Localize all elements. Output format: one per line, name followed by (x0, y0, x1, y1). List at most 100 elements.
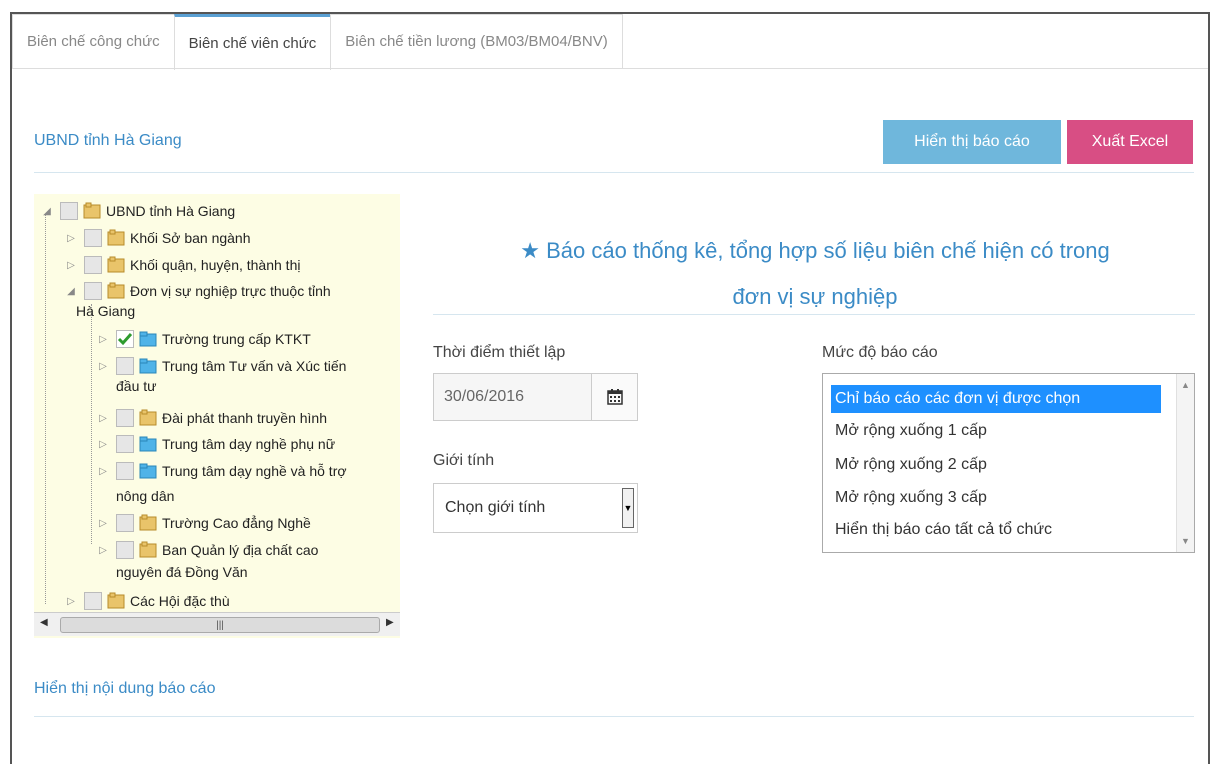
date-field[interactable]: 30/06/2016 (433, 373, 638, 421)
checkbox-checked[interactable] (116, 330, 134, 348)
checkbox[interactable] (116, 357, 134, 375)
content-divider (34, 716, 1194, 717)
star-icon: ★ (520, 238, 540, 263)
expand-icon[interactable]: ▷ (96, 333, 110, 345)
tree-node[interactable]: ▷ Trường Cao đẳng Nghề (96, 513, 311, 533)
date-value: 30/06/2016 (444, 388, 525, 405)
tree-node[interactable]: ◢ Đơn vị sự nghiệp trực thuộc tỉnh (64, 281, 331, 301)
level-option[interactable]: Mở rộng xuống 1 cấp (831, 417, 987, 445)
checkbox[interactable] (84, 229, 102, 247)
folder-icon (139, 463, 157, 479)
report-level-listbox[interactable]: Chỉ báo cáo các đơn vị được chọn Mở rộng… (822, 373, 1195, 553)
scroll-up-icon[interactable]: ▲ (1181, 380, 1190, 390)
folder-icon (139, 541, 157, 558)
calendar-icon (606, 389, 623, 405)
expand-icon[interactable]: ▷ (96, 517, 110, 529)
scroll-down-icon[interactable]: ▼ (1181, 536, 1190, 546)
tree-node-label: Đơn vị sự nghiệp trực thuộc tỉnh (130, 283, 331, 299)
scroll-right-icon[interactable]: ▶ (386, 617, 394, 628)
tree-node[interactable]: ▷ Khối quận, huyện, thành thị (64, 255, 300, 275)
header-divider (34, 172, 1194, 173)
show-report-button[interactable]: Hiển thị báo cáo (883, 120, 1061, 164)
checkbox[interactable] (116, 514, 134, 532)
gender-selected-value: Chọn giới tính (445, 499, 546, 516)
folder-icon (83, 202, 101, 219)
tree-horizontal-scrollbar[interactable]: ◀ ||| ▶ (34, 612, 400, 636)
tree-node[interactable]: ▷ Trung tâm dạy nghề và hỗ trợ (96, 461, 347, 481)
folder-icon (139, 331, 157, 347)
report-title: ★ Báo cáo thống kê, tổng hợp số liệu biê… (440, 228, 1190, 320)
checkbox[interactable] (116, 462, 134, 480)
checkbox[interactable] (60, 202, 78, 220)
checkbox[interactable] (84, 256, 102, 274)
tree-node-root[interactable]: ◢ UBND tỉnh Hà Giang (40, 201, 235, 221)
tree-node[interactable]: ▷ Trung tâm Tư vấn và Xúc tiến (96, 356, 346, 376)
tree-guide-line (45, 214, 46, 604)
tree-node[interactable]: ▷ Trường trung cấp KTKT (96, 329, 311, 349)
listbox-scrollbar[interactable]: ▲ ▼ (1176, 374, 1194, 552)
tree-node[interactable]: ▷ Trung tâm dạy nghề phụ nữ (96, 434, 335, 454)
unit-tree: ◢ UBND tỉnh Hà Giang ▷ Khối Sở ban ngành… (34, 194, 400, 638)
tree-node-label-wrap: đầu tư (116, 378, 157, 394)
checkbox[interactable] (84, 592, 102, 610)
folder-icon (107, 592, 125, 609)
tree-node[interactable]: ▷ Khối Sở ban ngành (64, 228, 251, 248)
tab-divider (12, 68, 1208, 69)
unit-title: UBND tỉnh Hà Giang (34, 132, 182, 149)
level-option[interactable]: Mở rộng xuống 3 cấp (831, 484, 987, 512)
tree-node-label: Khối quận, huyện, thành thị (130, 257, 301, 273)
tree-node-label: Khối Sở ban ngành (130, 230, 251, 246)
level-option[interactable]: Hiển thị báo cáo tất cả tổ chức (831, 516, 1052, 544)
level-option[interactable]: Mở rộng xuống 2 cấp (831, 451, 987, 479)
tree-guide-line (91, 304, 92, 544)
tree-node-label: Các Hội đặc thù (130, 593, 230, 609)
tree-node-label: Trường Cao đẳng Nghề (162, 515, 311, 531)
checkbox[interactable] (84, 282, 102, 300)
tree-node-label: Trung tâm dạy nghề phụ nữ (162, 436, 336, 452)
report-title-line2: đơn vị sự nghiệp (732, 284, 898, 309)
expand-icon[interactable]: ▷ (64, 232, 78, 244)
tree-node[interactable]: ▷ Ban Quản lý địa chất cao (96, 540, 318, 560)
checkbox[interactable] (116, 435, 134, 453)
folder-icon (107, 256, 125, 273)
tree-node-label: Trung tâm Tư vấn và Xúc tiến (162, 358, 347, 374)
expand-icon[interactable]: ▷ (96, 412, 110, 424)
tree-node-label-wrap: Hà Giang (76, 303, 136, 319)
tree-node[interactable]: ▷ Đài phát thanh truyền hình (96, 408, 327, 428)
folder-icon (139, 358, 157, 374)
collapse-icon[interactable]: ◢ (64, 285, 78, 297)
calendar-button[interactable] (591, 374, 637, 420)
expand-icon[interactable]: ▷ (64, 259, 78, 271)
scrollbar-thumb[interactable]: ||| (60, 617, 380, 633)
folder-icon (107, 229, 125, 246)
report-content-title: Hiển thị nội dung báo cáo (34, 680, 216, 697)
export-excel-button[interactable]: Xuất Excel (1067, 120, 1193, 164)
tab-bar: Biên chế công chức Biên chế viên chức Bi… (12, 14, 623, 70)
expand-icon[interactable]: ▷ (96, 544, 110, 556)
scroll-left-icon[interactable]: ◀ (40, 617, 48, 628)
checkbox[interactable] (116, 409, 134, 427)
checkmark-icon (117, 333, 133, 346)
chevron-down-icon[interactable]: ▼ (622, 488, 634, 528)
gender-label: Giới tính (433, 452, 495, 469)
gender-select[interactable]: Chọn giới tính ▼ (433, 483, 638, 533)
collapse-icon[interactable]: ◢ (40, 205, 54, 217)
expand-icon[interactable]: ▷ (96, 360, 110, 372)
report-divider (433, 314, 1195, 315)
expand-icon[interactable]: ▷ (64, 595, 78, 607)
tab-bien-che-cong-chuc[interactable]: Biên chế công chức (12, 14, 175, 68)
tree-node-label: Trường trung cấp KTKT (162, 331, 311, 347)
tree-node[interactable]: ▷ Các Hội đặc thù (64, 591, 230, 611)
tree-node-label: Đài phát thanh truyền hình (162, 410, 328, 426)
expand-icon[interactable]: ▷ (96, 438, 110, 450)
report-title-line1: Báo cáo thống kê, tổng hợp số liệu biên … (546, 238, 1110, 263)
level-option[interactable]: Chỉ báo cáo các đơn vị được chọn (831, 385, 1161, 413)
folder-icon (139, 409, 157, 426)
expand-icon[interactable]: ▷ (96, 465, 110, 477)
tab-bien-che-vien-chuc[interactable]: Biên chế viên chức (173, 14, 332, 70)
tree-node-label: Trung tâm dạy nghề và hỗ trợ (162, 463, 347, 479)
tree-node-label: Ban Quản lý địa chất cao (162, 542, 319, 558)
date-label: Thời điểm thiết lập (433, 344, 566, 361)
checkbox[interactable] (116, 541, 134, 559)
tab-bien-che-tien-luong[interactable]: Biên chế tiền lương (BM03/BM04/BNV) (330, 14, 623, 68)
